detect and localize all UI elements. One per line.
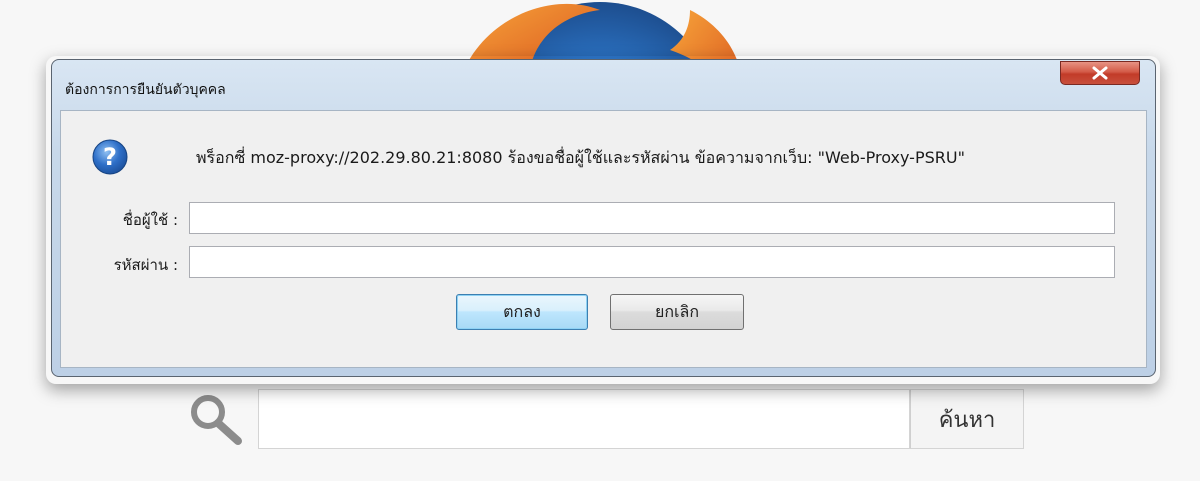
search-icon[interactable] [186, 392, 246, 446]
password-label: รหัสผ่าน : [113, 256, 178, 274]
ok-button[interactable]: ตกลง [456, 294, 588, 330]
close-button[interactable] [1060, 61, 1140, 85]
question-icon: ? [92, 139, 128, 175]
search-button[interactable]: ค้นหา [910, 389, 1024, 449]
prompt-message: พร็อกซี่ moz-proxy://202.29.80.21:8080 ร… [196, 148, 965, 167]
username-label: ชื่อผู้ใช้ : [122, 211, 178, 229]
username-field[interactable] [189, 202, 1115, 234]
search-input[interactable] [258, 389, 910, 449]
dialog-title: ต้องการการยืนยันตัวบุคคล [65, 82, 226, 98]
cancel-button[interactable]: ยกเลิก [610, 294, 744, 330]
password-field[interactable] [189, 246, 1115, 278]
close-icon [1092, 66, 1108, 80]
svg-text:?: ? [103, 143, 117, 171]
